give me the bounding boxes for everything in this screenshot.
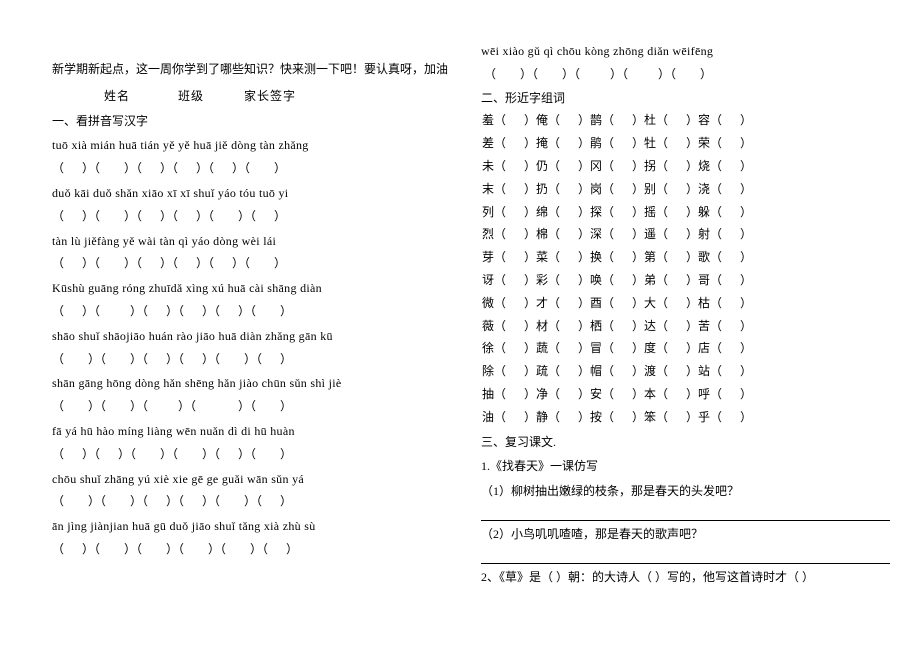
- table-row: 油（ ）静（ ）按（ ）笨（ ）乎（ ）: [481, 406, 890, 429]
- section-2-title: 二、形近字组词: [481, 87, 890, 110]
- near-char-cell: 羞（ ）俺（ ）鹊（ ）杜（ ）容（ ）: [481, 109, 890, 132]
- pinyin-row-2: duǒ kāi duǒ shǎn xiāo xī xī shuǐ yáo tóu…: [52, 182, 461, 205]
- pinyin-row-7: fā yá hū hào míng liàng wēn nuǎn dì di h…: [52, 420, 461, 443]
- near-char-cell: 抽（ ）净（ ）安（ ）本（ ）呼（ ）: [481, 383, 890, 406]
- pinyin-row-3: tàn lù jiěfàng yě wài tàn qì yáo dòng wè…: [52, 230, 461, 253]
- near-char-cell: 微（ ）才（ ）酉（ ）大（ ）枯（ ）: [481, 292, 890, 315]
- blank-row-5: （ ）（ ）（ ）（ ）（ ）（ ）: [52, 348, 461, 371]
- table-row: 末（ ）扔（ ）岗（ ）别（ ）浇（ ）: [481, 178, 890, 201]
- pinyin-row-5: shāo shuǐ shāojiāo huán rào jiāo huā dià…: [52, 325, 461, 348]
- near-char-cell: 芽（ ）菜（ ）换（ ）第（ ）歌（ ）: [481, 246, 890, 269]
- blank-row-10: （ ）（ ）（ ）（ ）（ ）: [481, 63, 890, 86]
- question-2: 2、《草》是（ ）朝：的大诗人（ ）写的，他写这首诗时才（ ）: [481, 566, 890, 589]
- near-char-cell: 除（ ）疏（ ）帽（ ）渡（ ）站（ ）: [481, 360, 890, 383]
- table-row: 除（ ）疏（ ）帽（ ）渡（ ）站（ ）: [481, 360, 890, 383]
- section-3-title: 三、复习课文.: [481, 431, 890, 454]
- question-1a: （1）柳树抽出嫩绿的枝条，那是春天的头发吧？: [481, 480, 890, 503]
- near-char-cell: 列（ ）绵（ ）探（ ）摇（ ）躲（ ）: [481, 201, 890, 224]
- table-row: 徐（ ）蔬（ ）冒（ ）度（ ）店（ ）: [481, 337, 890, 360]
- table-row: 差（ ）掩（ ）鹃（ ）牡（ ）荣（ ）: [481, 132, 890, 155]
- table-row: 芽（ ）菜（ ）换（ ）第（ ）歌（ ）: [481, 246, 890, 269]
- blank-row-3: （ ）（ ）（ ）（ ）（ ）（ ）: [52, 252, 461, 275]
- blank-row-4: （ ）（ ）（ ）（ ）（ ）（ ）: [52, 300, 461, 323]
- near-char-cell: 烈（ ）棉（ ）深（ ）遥（ ）射（ ）: [481, 223, 890, 246]
- table-row: 讶（ ）彩（ ）唤（ ）弟（ ）哥（ ）: [481, 269, 890, 292]
- label-sign: 家长签字: [244, 89, 296, 103]
- near-char-cell: 徐（ ）蔬（ ）冒（ ）度（ ）店（ ）: [481, 337, 890, 360]
- label-name: 姓名: [104, 89, 130, 103]
- near-char-cell: 讶（ ）彩（ ）唤（ ）弟（ ）哥（ ）: [481, 269, 890, 292]
- blank-row-1: （ ）（ ）（ ）（ ）（ ）（ ）: [52, 157, 461, 180]
- blank-row-9: （ ）（ ）（ ）（ ）（ ）（ ）: [52, 538, 461, 561]
- table-row: 未（ ）仍（ ）冈（ ）拐（ ）烧（ ）: [481, 155, 890, 178]
- table-row: 微（ ）才（ ）酉（ ）大（ ）枯（ ）: [481, 292, 890, 315]
- near-char-cell: 末（ ）扔（ ）岗（ ）别（ ）浇（ ）: [481, 178, 890, 201]
- blank-row-6: （ ）（ ）（ ）（ ）（ ）: [52, 395, 461, 418]
- near-char-table: 羞（ ）俺（ ）鹊（ ）杜（ ）容（ ）差（ ）掩（ ）鹃（ ）牡（ ）荣（ ）…: [481, 109, 890, 428]
- blank-row-2: （ ）（ ）（ ）（ ）（ ）（ ）: [52, 205, 461, 228]
- near-char-cell: 薇（ ）材（ ）栖（ ）达（ ）苦（ ）: [481, 315, 890, 338]
- table-row: 列（ ）绵（ ）探（ ）摇（ ）躲（ ）: [481, 201, 890, 224]
- question-1: 1.《找春天》一课仿写: [481, 455, 890, 478]
- pinyin-row-8: chōu shuǐ zhāng yú xiè xie gē ge guǎi wā…: [52, 468, 461, 491]
- answer-line-1: [481, 509, 890, 521]
- student-info-line: 姓名 班级 家长签字: [52, 85, 461, 108]
- pinyin-row-1: tuō xià mián huā tián yě yě huā jiě dòng…: [52, 134, 461, 157]
- question-1b: （2）小鸟叽叽喳喳，那是春天的歌声吧？: [481, 523, 890, 546]
- answer-line-2: [481, 552, 890, 564]
- blank-row-7: （ ）（ ）（ ）（ ）（ ）（ ）: [52, 443, 461, 466]
- table-row: 羞（ ）俺（ ）鹊（ ）杜（ ）容（ ）: [481, 109, 890, 132]
- near-char-cell: 未（ ）仍（ ）冈（ ）拐（ ）烧（ ）: [481, 155, 890, 178]
- table-row: 抽（ ）净（ ）安（ ）本（ ）呼（ ）: [481, 383, 890, 406]
- intro-text: 新学期新起点，这一周你学到了哪些知识？快来测一下吧！要认真呀，加油: [52, 58, 461, 81]
- blank-row-8: （ ）（ ）（ ）（ ）（ ）（ ）: [52, 490, 461, 513]
- pinyin-row-4: Kūshù guāng róng zhuīdǎ xìng xú huā cài …: [52, 277, 461, 300]
- label-class: 班级: [178, 89, 204, 103]
- near-char-cell: 差（ ）掩（ ）鹃（ ）牡（ ）荣（ ）: [481, 132, 890, 155]
- table-row: 薇（ ）材（ ）栖（ ）达（ ）苦（ ）: [481, 315, 890, 338]
- section-1-title: 一、看拼音写汉字: [52, 110, 461, 133]
- pinyin-row-10: wēi xiào gǔ qì chōu kòng zhōng diǎn wēif…: [481, 40, 890, 63]
- table-row: 烈（ ）棉（ ）深（ ）遥（ ）射（ ）: [481, 223, 890, 246]
- near-char-cell: 油（ ）静（ ）按（ ）笨（ ）乎（ ）: [481, 406, 890, 429]
- pinyin-row-9: ān jìng jiànjian huā gū duǒ jiāo shuǐ tǎ…: [52, 515, 461, 538]
- pinyin-row-6: shān gāng hōng dòng hǎn shēng hǎn jiào c…: [52, 372, 461, 395]
